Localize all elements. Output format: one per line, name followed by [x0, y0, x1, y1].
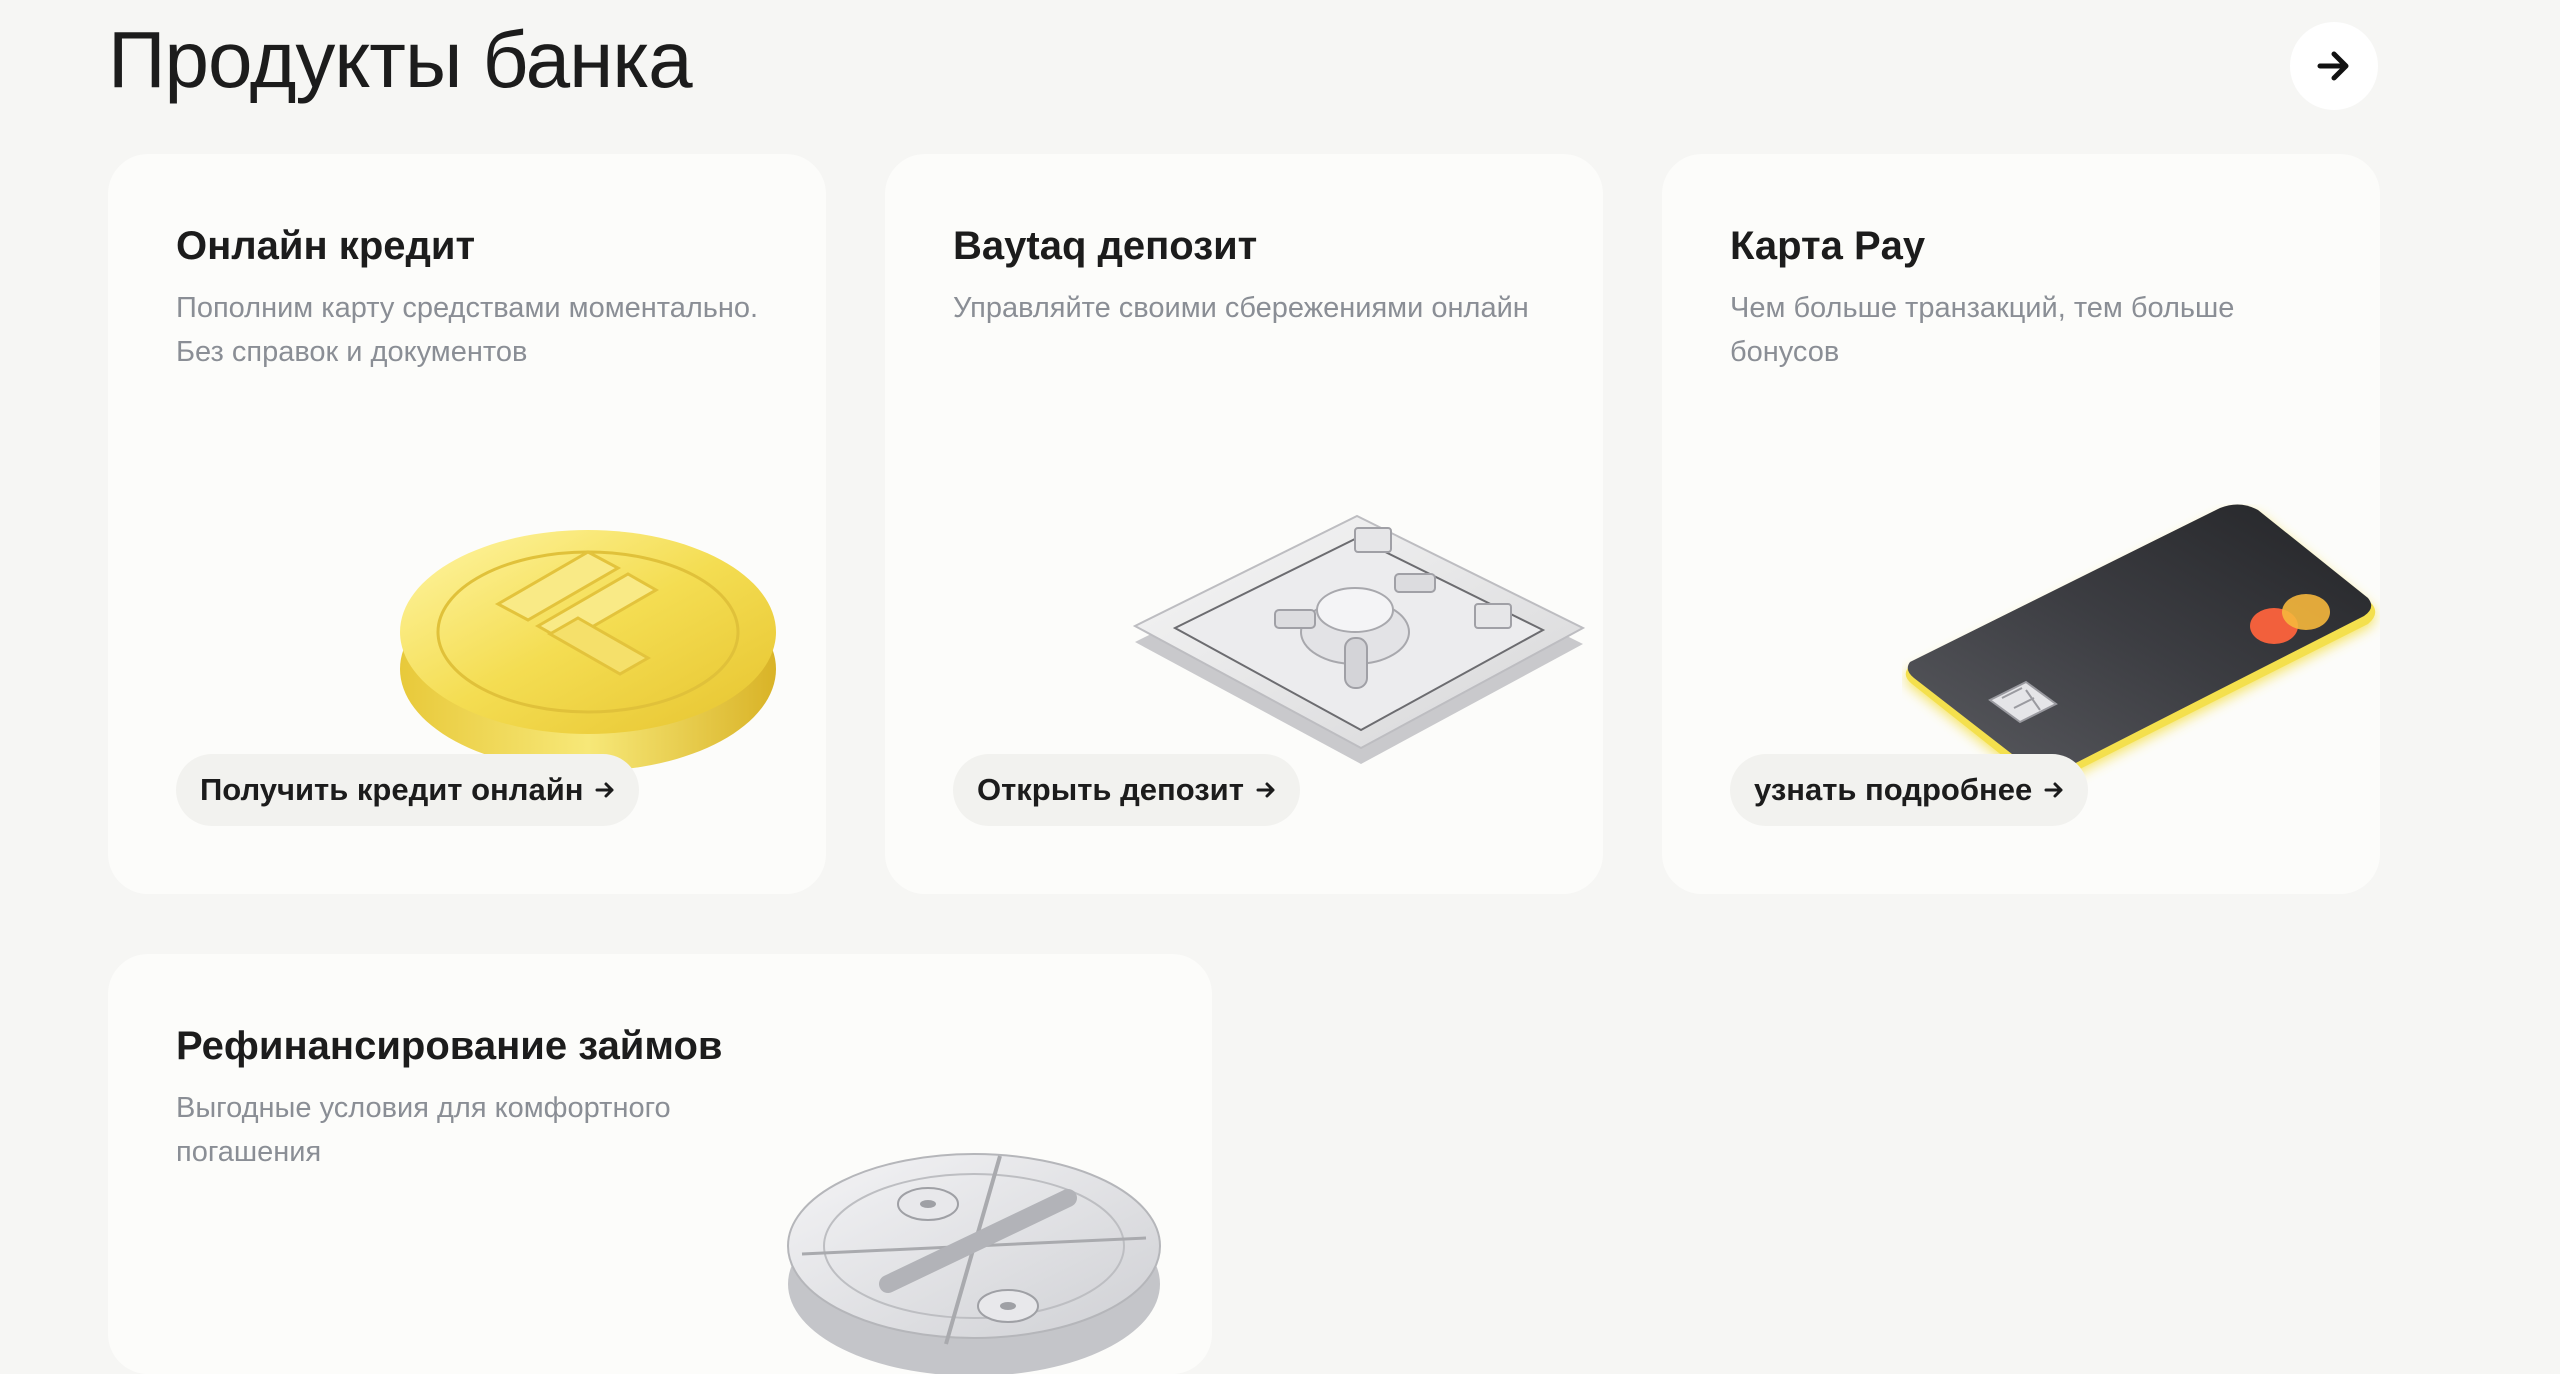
- percent-coin-illustration: [787, 1153, 1161, 1374]
- card-description: Управляйте своими сбережениями онлайн: [953, 292, 1529, 324]
- all-products-button[interactable]: [2290, 22, 2378, 110]
- card-title: Рефинансирование займов: [176, 1024, 723, 1068]
- card-title: Карта Pay: [1730, 224, 1926, 268]
- cta-label: узнать подробнее: [1754, 772, 2033, 807]
- gold-coin-illustration: [400, 530, 776, 771]
- arrow-right-icon: [595, 780, 615, 800]
- product-card-online-credit[interactable]: Онлайн кредит Пополним карту средствами …: [108, 154, 826, 894]
- bank-card-illustration: [1905, 504, 2376, 786]
- arrow-right-icon: [2044, 780, 2064, 800]
- arrow-right-icon: [2317, 51, 2349, 81]
- open-deposit-button[interactable]: Открыть депозит: [953, 754, 1300, 826]
- card-description: Чем больше транзакций, тем больше бонусо…: [1730, 292, 2235, 368]
- product-card-deposit[interactable]: Baytaq депозит Управляйте своими сбереже…: [885, 154, 1603, 894]
- learn-more-button[interactable]: узнать подробнее: [1730, 754, 2089, 826]
- product-card-card-pay[interactable]: Карта Pay Чем больше транзакций, тем бол…: [1662, 154, 2380, 894]
- card-description: Пополним карту средствами моментально. Б…: [176, 292, 759, 368]
- safe-illustration: [1132, 514, 1585, 764]
- product-card-refinancing[interactable]: Рефинансирование займов Выгодные условия…: [108, 954, 1212, 1374]
- arrow-right-icon: [1256, 780, 1276, 800]
- cta-label: Получить кредит онлайн: [200, 772, 584, 807]
- page-title: Продукты банка: [108, 15, 693, 104]
- card-title: Baytaq депозит: [953, 224, 1258, 268]
- get-credit-online-button[interactable]: Получить кредит онлайн: [176, 754, 640, 826]
- cta-label: Открыть депозит: [977, 772, 1244, 807]
- card-description: Выгодные условия для комфортного погашен…: [176, 1092, 671, 1168]
- card-title: Онлайн кредит: [176, 224, 476, 268]
